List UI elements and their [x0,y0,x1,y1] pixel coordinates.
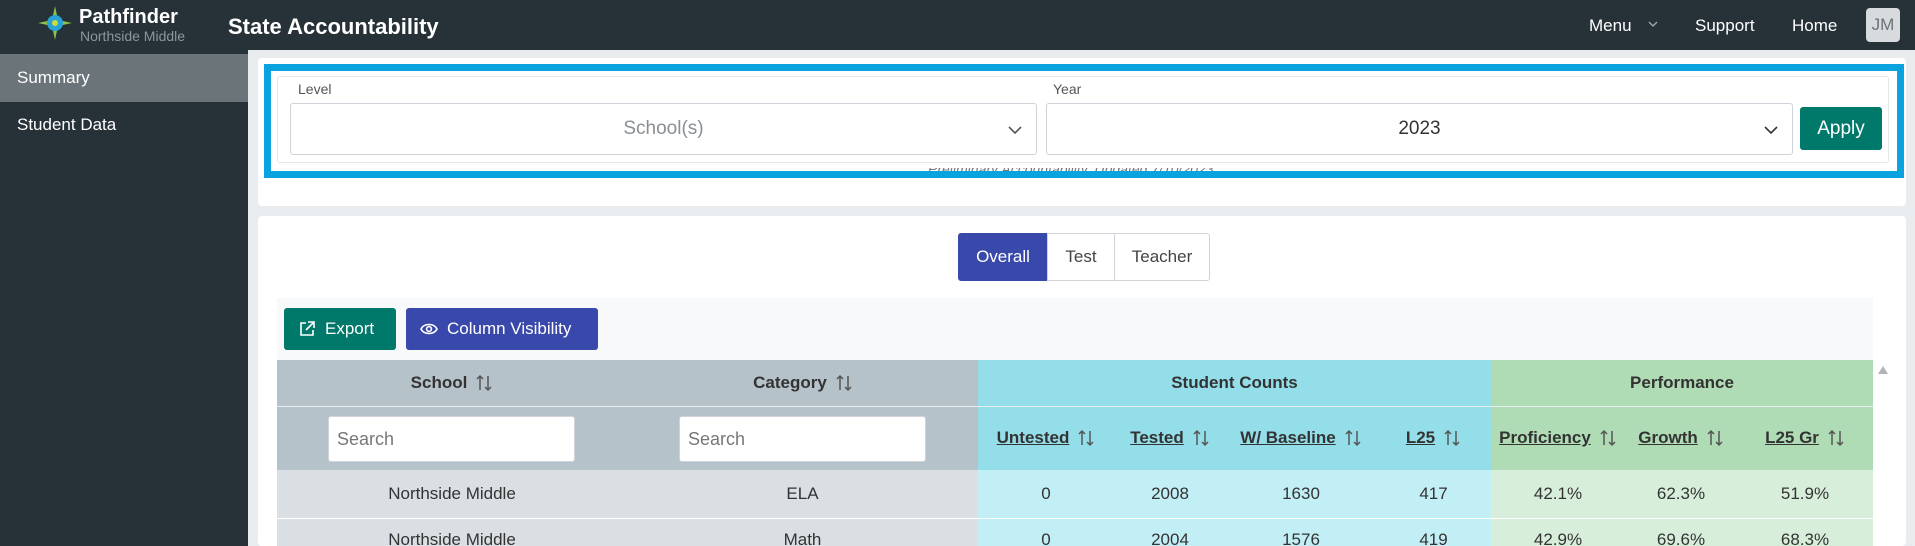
sort-icon [836,374,852,392]
brand-school: Northside Middle [80,28,186,44]
external-link-icon [300,321,315,336]
column-visibility-button[interactable]: Column Visibility [406,308,598,350]
highlight-frame [264,64,1904,178]
nav-menu[interactable]: Menu [1589,16,1632,36]
page-title: State Accountability [228,14,439,39]
sort-icon [476,374,492,392]
header-category[interactable]: Category [628,360,978,406]
header-l25-growth-label: L25 Gr [1765,428,1819,447]
header-category-label: Category [753,373,827,392]
header-proficiency-label: Proficiency [1499,428,1591,447]
cell-growth: 62.3% [1625,470,1737,518]
cell-school: Northside Middle [277,470,627,518]
tab-teacher[interactable]: Teacher [1114,233,1210,281]
eye-icon [420,323,438,335]
sidebar-item-student-data[interactable]: Student Data [0,101,248,149]
sidebar: Summary Student Data [0,50,248,546]
header-baseline[interactable]: W/ Baseline [1226,406,1376,470]
cell-tested: 2008 [1114,470,1226,518]
sort-icon [1444,429,1460,447]
school-search-input[interactable]: Search [328,416,575,462]
sort-icon [1193,429,1209,447]
cell-baseline: 1576 [1226,519,1376,546]
category-search-input[interactable]: Search [679,416,926,462]
cell-baseline: 1630 [1226,470,1376,518]
cell-category: ELA [627,470,978,518]
sort-icon [1078,429,1094,447]
header-divider [277,406,1873,407]
header-school-label: School [410,373,468,392]
header-baseline-label: W/ Baseline [1240,428,1336,447]
header-school[interactable]: School [277,360,627,406]
header-growth-label: Growth [1638,428,1698,447]
cell-tested: 2004 [1114,519,1226,546]
tab-overall[interactable]: Overall [958,233,1048,281]
header-tested-label: Tested [1130,428,1184,447]
cell-proficiency: 42.9% [1491,519,1625,546]
brand-name[interactable]: Pathfinder [79,6,178,29]
tab-test[interactable]: Test [1047,233,1115,281]
cell-l25-growth: 68.3% [1737,519,1873,546]
header-l25[interactable]: L25 [1376,406,1491,470]
export-label: Export [325,319,375,338]
sort-icon [1828,429,1844,447]
top-bar: Pathfinder Northside Middle State Accoun… [0,0,1915,50]
nav-support[interactable]: Support [1695,16,1755,36]
chevron-down-icon[interactable] [1647,18,1659,30]
header-student-counts: Student Counts [978,360,1491,406]
cell-l25-growth: 51.9% [1737,470,1873,518]
header-l25-growth[interactable]: L25 Gr [1737,406,1873,470]
cell-growth: 69.6% [1625,519,1737,546]
cell-l25: 419 [1376,519,1491,546]
sort-icon [1600,429,1616,447]
header-proficiency[interactable]: Proficiency [1491,406,1625,470]
cell-untested: 0 [978,470,1114,518]
header-tested[interactable]: Tested [1114,406,1226,470]
header-l25-label: L25 [1405,428,1436,447]
scroll-up-icon[interactable] [1878,366,1888,374]
cell-school: Northside Middle [277,519,627,546]
sidebar-item-summary[interactable]: Summary [0,54,248,102]
header-performance: Performance [1491,360,1873,406]
cell-category: Math [627,519,978,546]
cell-l25: 417 [1376,470,1491,518]
sort-icon [1345,429,1361,447]
column-visibility-label: Column Visibility [447,319,572,338]
header-untested[interactable]: Untested [978,406,1114,470]
cell-proficiency: 42.1% [1491,470,1625,518]
nav-home[interactable]: Home [1792,16,1837,36]
header-untested-label: Untested [996,428,1070,447]
export-button[interactable]: Export [284,308,396,350]
avatar[interactable]: JM [1866,8,1900,42]
cell-untested: 0 [978,519,1114,546]
compass-logo-icon[interactable] [38,6,72,40]
header-growth[interactable]: Growth [1625,406,1737,470]
sort-icon [1707,429,1723,447]
